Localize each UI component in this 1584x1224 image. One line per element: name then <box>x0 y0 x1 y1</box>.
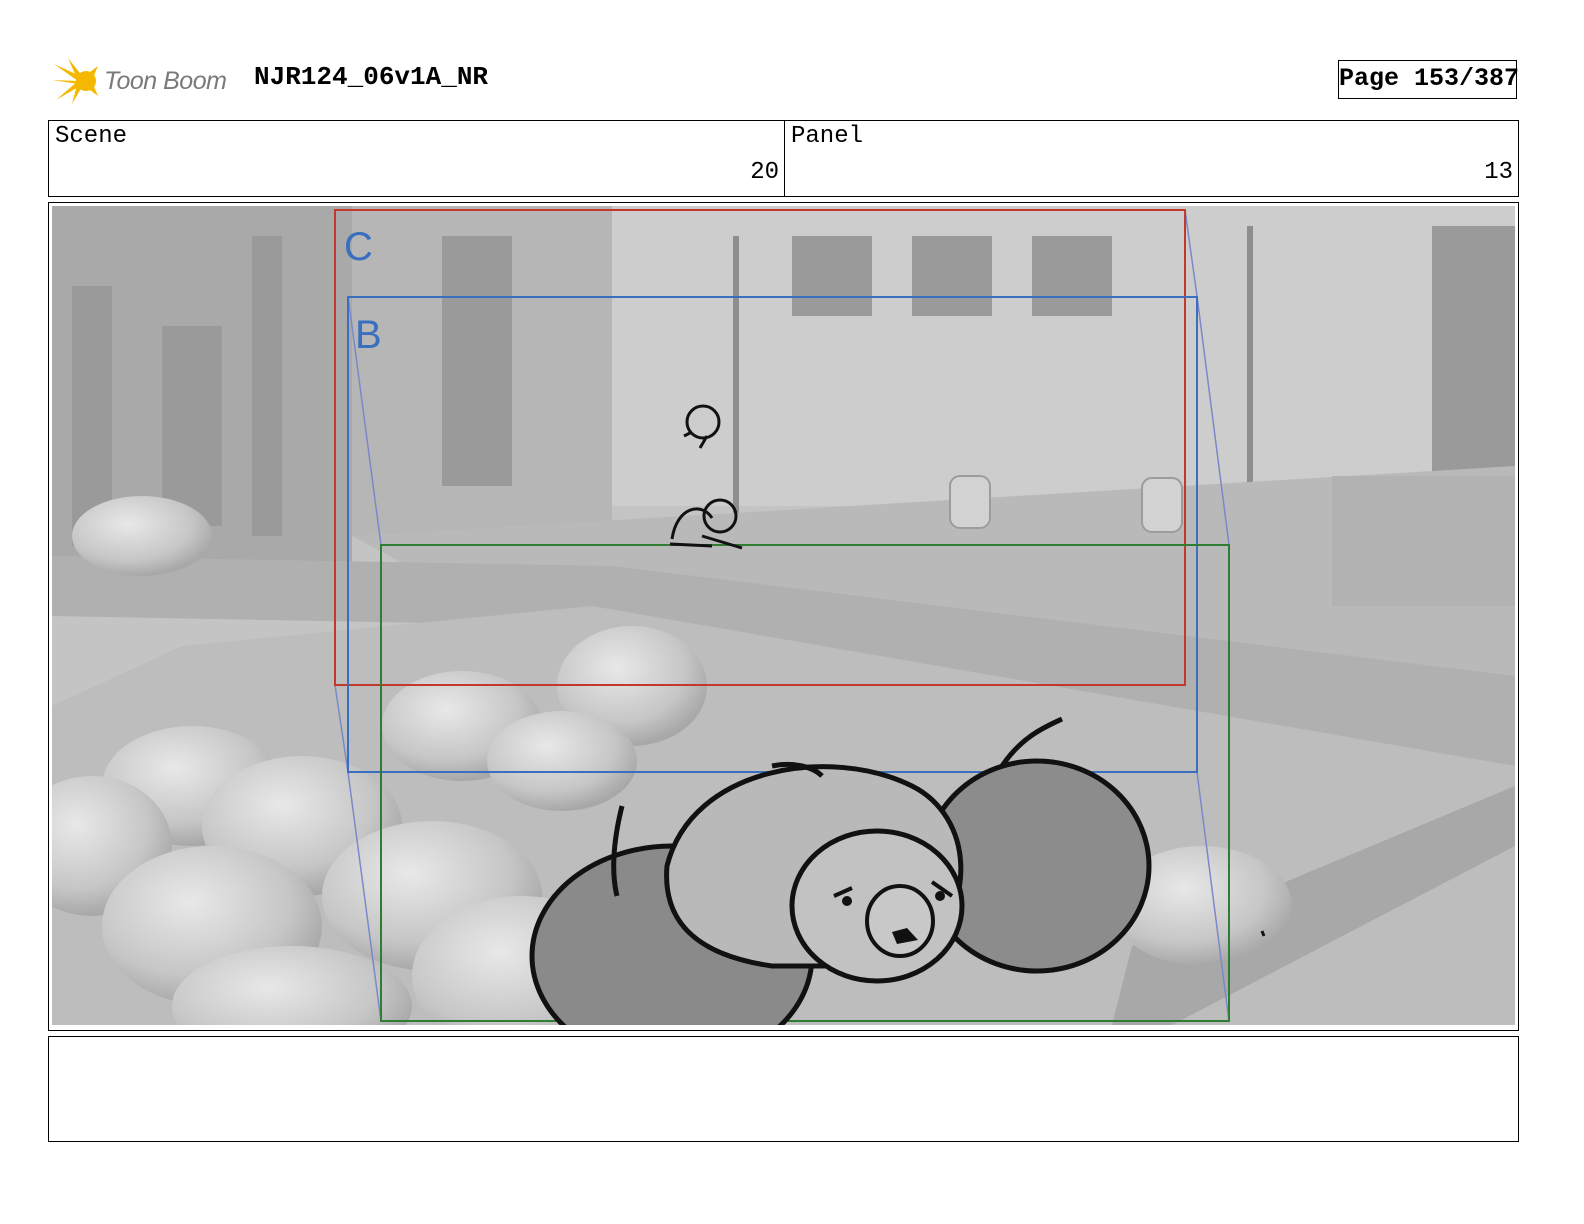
document-title: NJR124_06v1A_NR <box>254 62 489 92</box>
frame-label-b: B <box>355 313 382 357</box>
scene-value: 20 <box>750 159 779 186</box>
storyboard-image: C B <box>52 206 1515 1025</box>
caption-box <box>48 1036 1519 1142</box>
panel-value: 13 <box>1484 159 1513 186</box>
logo-text: Toon Boom <box>104 67 227 95</box>
scene-panel-table: Scene 20 Panel 13 <box>48 120 1519 197</box>
storyboard-drawing: C B <box>52 206 1515 1025</box>
page-number: Page 153/387 <box>1338 60 1519 99</box>
right-steps <box>1332 476 1515 606</box>
frame-label-c: C <box>344 225 373 269</box>
scene-label: Scene <box>55 123 128 150</box>
panel-label: Panel <box>791 123 864 150</box>
scene-cell: Scene 20 <box>49 121 785 196</box>
panel-cell: Panel 13 <box>785 121 1518 196</box>
starburst-icon <box>52 58 98 104</box>
toon-boom-logo: Toon Boom <box>52 56 242 106</box>
